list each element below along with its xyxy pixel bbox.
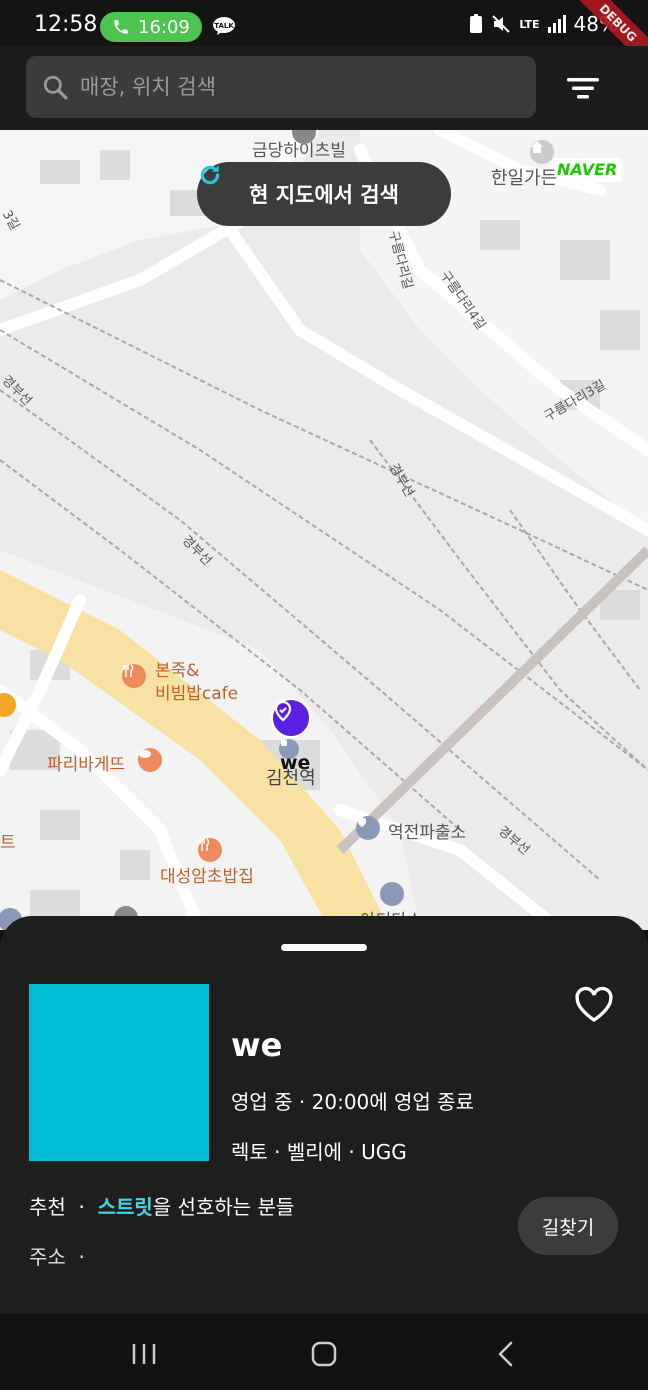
system-nav-bar (0, 1314, 648, 1390)
restaurant-2-icon[interactable] (198, 838, 222, 862)
status-bar: 12:58 16:09 TALK LTE 48% DEBUG (0, 0, 648, 74)
network-type: LTE (519, 17, 540, 31)
store-bottom-sheet[interactable]: we 영업 중 · 20:00에 영업 종료 렉토 · 벨리에 · UGG 추천… (0, 916, 648, 1314)
sheet-drag-handle[interactable] (281, 944, 367, 951)
store-address: 주소 · (29, 1245, 85, 1269)
store-brands: 렉토 · 벨리에 · UGG (231, 1140, 407, 1164)
search-box[interactable] (26, 56, 536, 118)
map-label-station: 김천역 (266, 768, 316, 789)
store-marker-icon[interactable] (271, 698, 311, 738)
recommend-line: 추천 · 스트릿을 선호하는 분들 (29, 1191, 294, 1220)
map-label-bakery: 파리바게뜨 (47, 755, 126, 775)
home-poi-icon[interactable] (530, 140, 554, 164)
map-label-edge: 트 (0, 833, 16, 853)
map-label-police: 역전파출소 (388, 823, 467, 843)
search-header (0, 46, 648, 130)
naver-logo: NAVER (552, 158, 623, 182)
back-icon[interactable] (486, 1338, 526, 1370)
signal-icon (547, 15, 566, 33)
battery-saver-icon (470, 14, 483, 33)
recommend-suffix: 을 선호하는 분들 (152, 1195, 295, 1219)
map-label-store: 한일가든 (491, 168, 558, 189)
status-time: 12:58 (34, 12, 98, 37)
recommend-prefix: 추천 · (29, 1195, 98, 1219)
talk-icon: TALK (213, 17, 235, 35)
search-icon (43, 75, 68, 100)
store-thumbnail[interactable] (29, 984, 209, 1161)
police-icon[interactable] (356, 816, 380, 840)
call-timer: 16:09 (138, 16, 190, 38)
search-this-area-label: 현 지도에서 검색 (249, 183, 399, 207)
search-input[interactable] (80, 75, 500, 99)
store-bottom-icon[interactable] (380, 882, 404, 906)
map-label-restaurant-2: 대성암초밥집 (160, 867, 254, 887)
directions-button[interactable]: 길찾기 (518, 1197, 618, 1255)
map-canvas (0, 130, 648, 930)
map-view[interactable]: 현 지도에서 검색 NAVER 금당하이츠빌 한일가든 구름다리길 구름다리4길… (0, 130, 648, 930)
recommend-style: 스트릿 (97, 1195, 153, 1219)
refresh-icon (200, 165, 220, 185)
search-this-area-button[interactable]: 현 지도에서 검색 (197, 162, 451, 226)
store-hours: 영업 중 · 20:00에 영업 종료 (231, 1090, 474, 1114)
filter-icon[interactable] (566, 74, 600, 102)
map-label-restaurant-1b: 비빔밥cafe (155, 684, 239, 704)
restaurant-icon[interactable] (122, 664, 146, 688)
recents-icon[interactable] (124, 1338, 164, 1370)
svg-text:TALK: TALK (214, 22, 234, 30)
map-label-restaurant-1a: 본죽& (155, 661, 200, 681)
store-name: we (231, 1026, 283, 1064)
home-icon[interactable] (304, 1338, 344, 1370)
call-timer-pill[interactable]: 16:09 (100, 12, 202, 42)
mute-icon (492, 15, 511, 33)
heart-icon[interactable] (574, 986, 614, 1024)
bakery-icon[interactable] (138, 748, 162, 772)
phone-icon (114, 20, 128, 34)
